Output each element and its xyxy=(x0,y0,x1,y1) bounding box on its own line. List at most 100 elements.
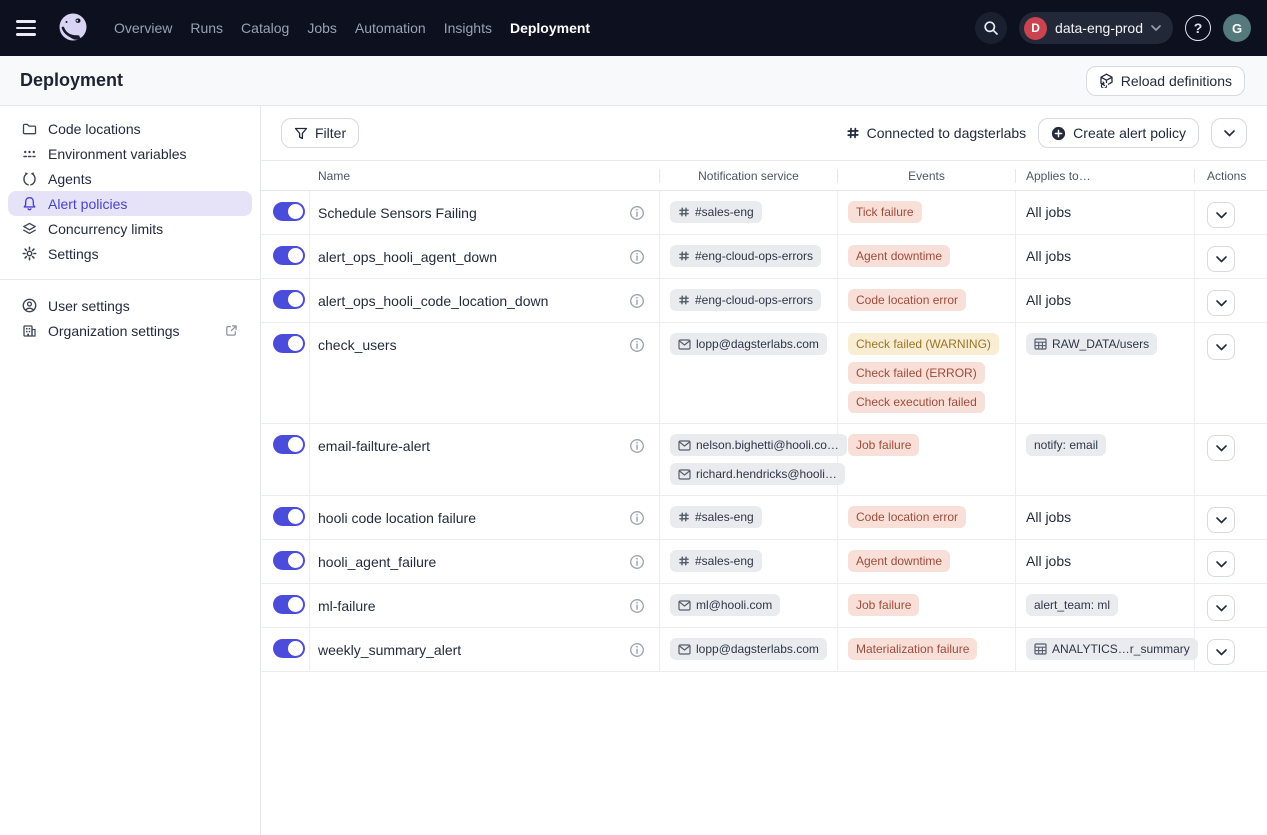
table-row: weekly_summary_alertlopp@dagsterlabs.com… xyxy=(261,628,1267,672)
hamburger-menu-icon[interactable] xyxy=(16,14,44,42)
info-icon[interactable] xyxy=(629,510,645,526)
event-pill: Check failed (ERROR) xyxy=(848,362,985,384)
alert-policy-toggle[interactable] xyxy=(273,290,305,309)
nav-item-deployment[interactable]: Deployment xyxy=(510,20,590,36)
info-icon[interactable] xyxy=(629,205,645,221)
chevron-down-icon xyxy=(1216,517,1227,524)
info-icon[interactable] xyxy=(629,642,645,658)
policy-name: hooli_agent_failure xyxy=(318,554,436,570)
event-pill: Agent downtime xyxy=(848,550,950,572)
gear-icon xyxy=(22,246,37,261)
slack-icon xyxy=(678,250,690,262)
nav-item-jobs[interactable]: Jobs xyxy=(307,20,337,36)
dagster-logo-icon[interactable] xyxy=(56,11,90,45)
alert-policy-toggle[interactable] xyxy=(273,246,305,265)
row-actions-button[interactable] xyxy=(1207,435,1235,461)
email-icon xyxy=(678,600,691,611)
info-icon[interactable] xyxy=(629,598,645,614)
alert-policy-toggle[interactable] xyxy=(273,435,305,454)
notification-label: #sales-eng xyxy=(695,554,754,568)
info-icon[interactable] xyxy=(629,554,645,570)
alert-policy-toggle[interactable] xyxy=(273,639,305,658)
event-pill: Check failed (WARNING) xyxy=(848,333,999,355)
chevron-down-icon xyxy=(1216,300,1227,307)
alert-policy-toggle[interactable] xyxy=(273,507,305,526)
sidebar-item-alert-policies[interactable]: Alert policies xyxy=(8,191,252,216)
slack-connection-status: Connected to dagsterlabs xyxy=(846,125,1027,141)
chevron-down-icon xyxy=(1151,25,1161,31)
info-icon[interactable] xyxy=(629,249,645,265)
sidebar-item-user-settings[interactable]: User settings xyxy=(8,293,252,318)
alert-policy-toggle[interactable] xyxy=(273,551,305,570)
event-pill: Agent downtime xyxy=(848,245,950,267)
user-avatar[interactable]: G xyxy=(1223,14,1251,42)
sidebar-item-agents[interactable]: Agents xyxy=(8,166,252,191)
notification-label: lopp@dagsterlabs.com xyxy=(696,642,819,656)
email-notification-pill: richard.hendricks@hooli… xyxy=(670,463,845,485)
sidebar-item-organization-settings[interactable]: Organization settings xyxy=(8,318,252,343)
reload-definitions-button[interactable]: Reload definitions xyxy=(1086,66,1245,96)
sidebar-item-label: Code locations xyxy=(48,121,141,137)
applies-to-pill: notify: email xyxy=(1026,434,1106,456)
table-row: email-failture-alertnelson.bighetti@hool… xyxy=(261,424,1267,496)
nav-item-catalog[interactable]: Catalog xyxy=(241,20,289,36)
row-actions-button[interactable] xyxy=(1207,290,1235,316)
nav-item-overview[interactable]: Overview xyxy=(114,20,172,36)
more-options-button[interactable] xyxy=(1211,118,1247,148)
row-actions-button[interactable] xyxy=(1207,202,1235,228)
nav-item-insights[interactable]: Insights xyxy=(444,20,492,36)
sidebar-item-settings[interactable]: Settings xyxy=(8,241,252,266)
alert-policy-toggle[interactable] xyxy=(273,595,305,614)
row-actions-button[interactable] xyxy=(1207,639,1235,665)
notification-label: lopp@dagsterlabs.com xyxy=(696,337,819,351)
email-notification-pill: nelson.bighetti@hooli.co… xyxy=(670,434,847,456)
user-icon xyxy=(22,298,37,313)
filter-button[interactable]: Filter xyxy=(281,118,359,148)
applies-to-pill: RAW_DATA/users xyxy=(1026,333,1157,355)
applies-to-label: notify: email xyxy=(1034,438,1098,452)
workspace-switcher[interactable]: D data-eng-prod xyxy=(1019,12,1173,44)
sidebar-item-environment-variables[interactable]: Environment variables xyxy=(8,141,252,166)
notification-label: richard.hendricks@hooli… xyxy=(696,467,837,481)
slack-notification-pill: #sales-eng xyxy=(670,201,762,223)
search-icon xyxy=(983,20,999,36)
sidebar-item-concurrency-limits[interactable]: Concurrency limits xyxy=(8,216,252,241)
info-icon[interactable] xyxy=(629,438,645,454)
event-pill: Check execution failed xyxy=(848,391,985,413)
sidebar-divider xyxy=(0,279,260,280)
policy-name: alert_ops_hooli_code_location_down xyxy=(318,293,548,309)
alert-policy-toggle[interactable] xyxy=(273,202,305,221)
applies-to-label: RAW_DATA/users xyxy=(1052,337,1149,351)
nav-item-automation[interactable]: Automation xyxy=(355,20,426,36)
chevron-down-icon xyxy=(1216,445,1227,452)
nav-item-runs[interactable]: Runs xyxy=(190,20,223,36)
row-actions-button[interactable] xyxy=(1207,595,1235,621)
row-actions-button[interactable] xyxy=(1207,246,1235,272)
alert-policy-toggle[interactable] xyxy=(273,334,305,353)
row-actions-button[interactable] xyxy=(1207,334,1235,360)
actions-column-header: Actions xyxy=(1195,169,1267,183)
sidebar-item-code-locations[interactable]: Code locations xyxy=(8,116,252,141)
event-pill: Tick failure xyxy=(848,201,922,223)
workspace-name: data-eng-prod xyxy=(1055,20,1143,36)
row-actions-button[interactable] xyxy=(1207,551,1235,577)
info-icon[interactable] xyxy=(629,293,645,309)
search-button[interactable] xyxy=(975,12,1007,44)
table-row: alert_ops_hooli_code_location_down#eng-c… xyxy=(261,279,1267,323)
table-row: ml-failureml@hooli.comJob failurealert_t… xyxy=(261,584,1267,628)
alert-policies-table: Name Notification service Events Applies… xyxy=(261,160,1267,672)
asset-grid-icon xyxy=(1034,338,1047,350)
slack-notification-pill: #eng-cloud-ops-errors xyxy=(670,245,821,267)
workspace-avatar: D xyxy=(1024,17,1047,40)
email-icon xyxy=(678,469,691,480)
help-button[interactable]: ? xyxy=(1185,15,1211,41)
sidebar-item-label: Agents xyxy=(48,171,92,187)
policy-name: alert_ops_hooli_agent_down xyxy=(318,249,497,265)
info-icon[interactable] xyxy=(629,337,645,353)
row-actions-button[interactable] xyxy=(1207,507,1235,533)
slack-icon xyxy=(678,555,690,567)
table-row: alert_ops_hooli_agent_down #eng-cloud-ops… xyxy=(261,235,1267,279)
notification-label: ml@hooli.com xyxy=(696,598,772,612)
create-alert-policy-button[interactable]: Create alert policy xyxy=(1038,118,1199,148)
table-header-row: Name Notification service Events Applies… xyxy=(261,161,1267,191)
